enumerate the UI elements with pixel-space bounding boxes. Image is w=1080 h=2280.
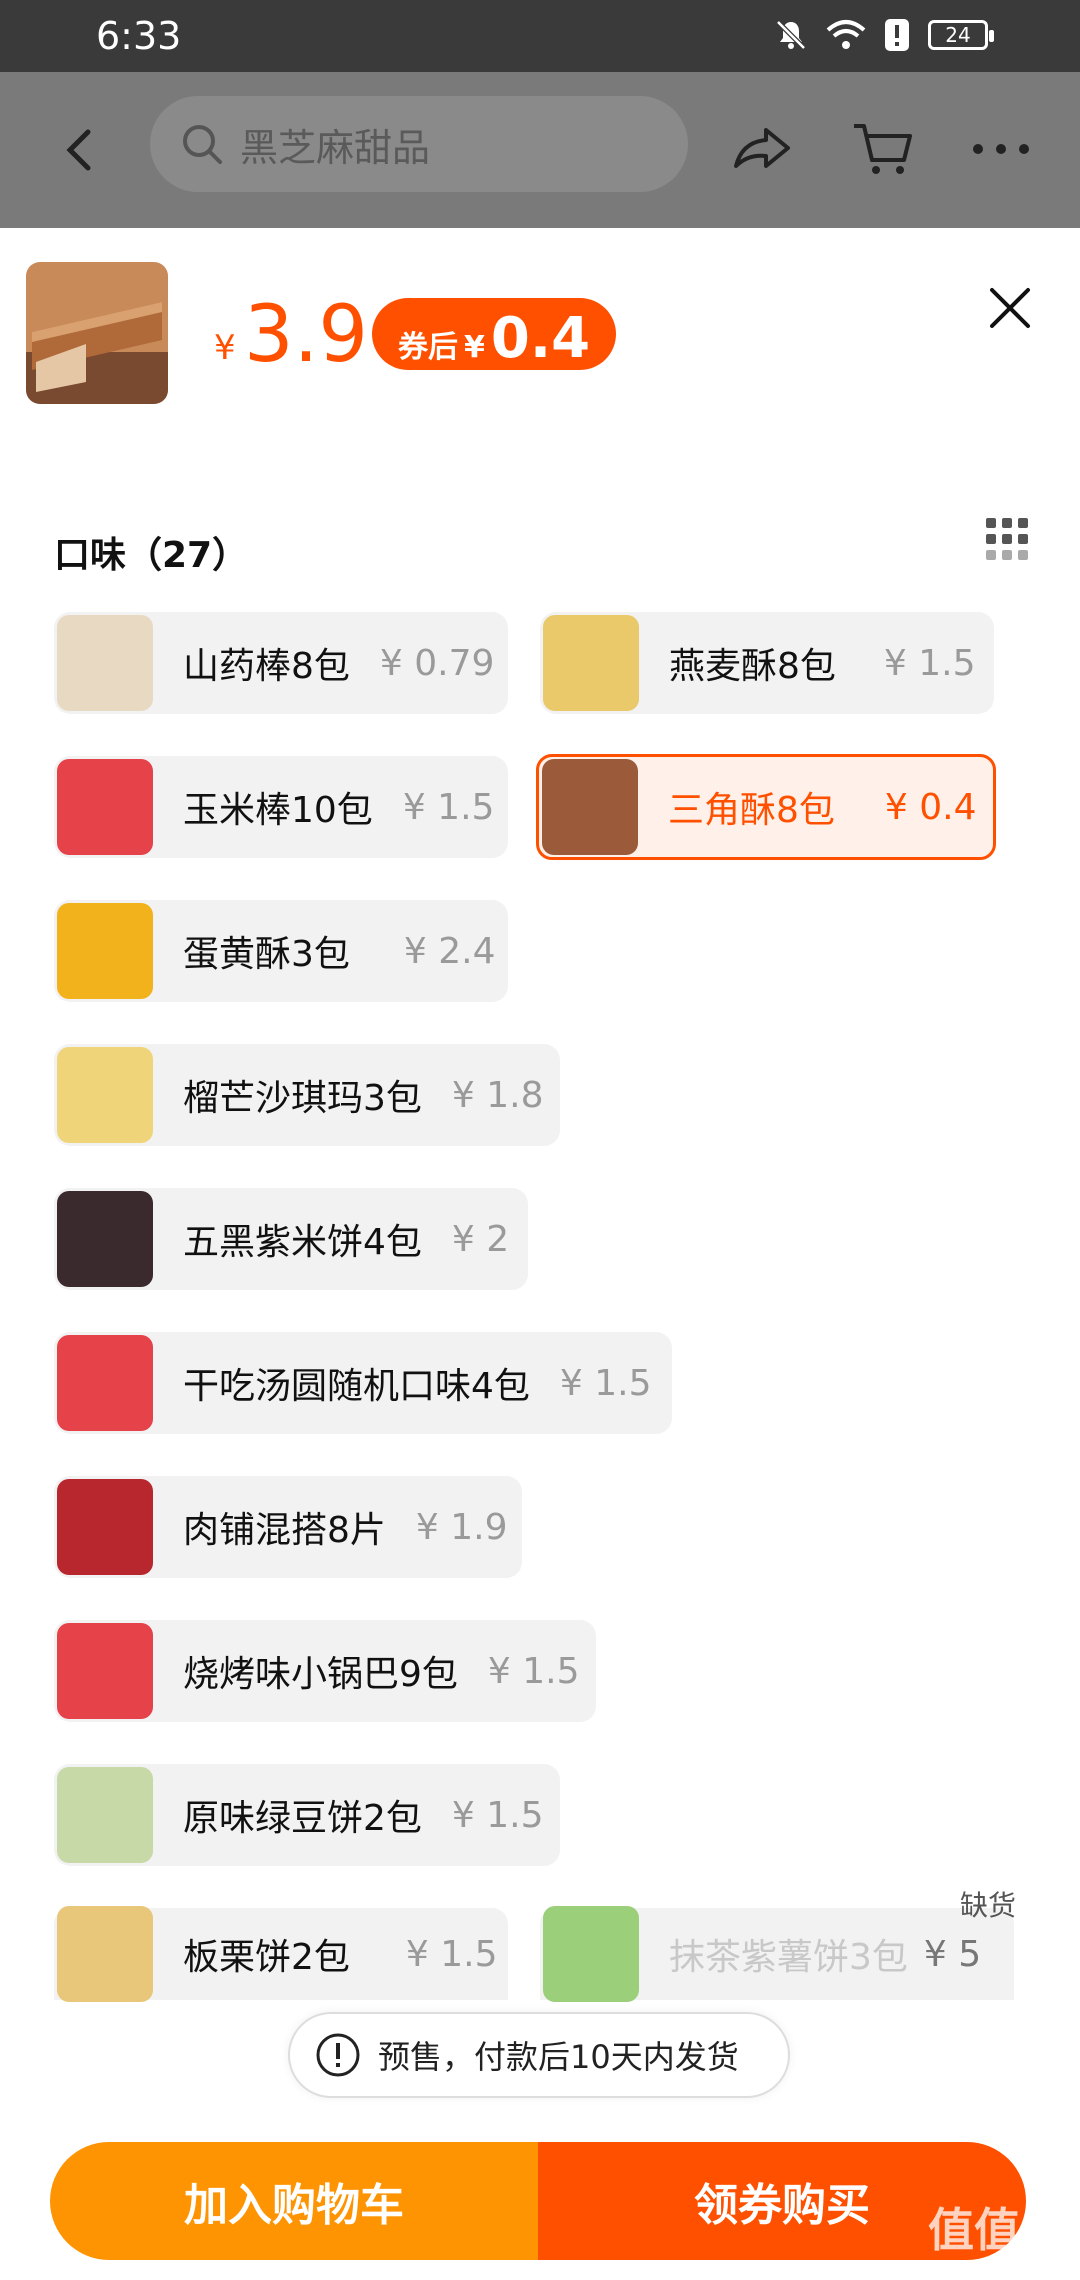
option-price: ¥ 1.5 — [402, 786, 495, 828]
coupon-label: 券后 — [398, 330, 458, 365]
flavor-option[interactable]: 榴芒沙琪玛3包 ¥ 1.8 — [54, 1044, 560, 1146]
option-thumbnail — [57, 1047, 153, 1143]
option-price: ¥ 2 — [451, 1218, 510, 1260]
wifi-icon — [826, 20, 866, 49]
option-name: 原味绿豆饼2包 — [183, 1798, 422, 1839]
option-price: ¥ 1.5 — [559, 1362, 652, 1404]
more-icon[interactable] — [966, 114, 1036, 184]
product-price: 3.9 — [244, 290, 369, 380]
option-name: 蛋黄酥3包 — [183, 934, 350, 975]
flavor-option[interactable]: 板栗饼2包 ¥ 1.5 — [54, 1906, 508, 2002]
search-bar[interactable]: 黑芝麻甜品 — [150, 96, 688, 192]
option-price: ¥ 5 — [923, 1933, 982, 1975]
flavor-option[interactable]: 蛋黄酥3包 ¥ 2.4 — [54, 900, 508, 1002]
coupon-price: 0.4 — [490, 306, 591, 371]
flavor-option[interactable]: 烧烤味小锅巴9包 ¥ 1.5 — [54, 1620, 596, 1722]
battery-icon: 24 — [928, 20, 994, 50]
flavor-option[interactable]: 玉米棒10包 ¥ 1.5 — [54, 756, 508, 858]
option-thumbnail — [57, 759, 153, 855]
search-icon — [183, 125, 222, 164]
search-placeholder: 黑芝麻甜品 — [240, 125, 431, 170]
option-name: 山药棒8包 — [183, 646, 350, 687]
close-icon[interactable] — [984, 282, 1036, 334]
option-price: ¥ 1.8 — [451, 1074, 544, 1116]
info-icon — [316, 2033, 360, 2077]
add-to-cart-button[interactable]: 加入购物车 — [50, 2142, 538, 2260]
option-name: 五黑紫米饼4包 — [183, 1222, 422, 1263]
option-price: ¥ 1.5 — [405, 1933, 498, 1975]
flavor-option-selected[interactable]: 三角酥8包 ¥ 0.4 — [536, 754, 996, 860]
flavor-option[interactable]: 山药棒8包 ¥ 0.79 — [54, 612, 508, 714]
option-name: 抹茶紫薯饼3包 — [669, 1937, 908, 1978]
coupon-currency: ¥ — [464, 330, 485, 365]
status-bar: 6:33 24 — [0, 0, 1080, 72]
action-buttons: 加入购物车 领券购买 — [50, 2142, 1026, 2260]
top-nav: 黑芝麻甜品 — [0, 72, 1080, 228]
option-thumbnail — [57, 615, 153, 711]
option-name: 干吃汤圆随机口味4包 — [183, 1366, 530, 1407]
option-price: ¥ 1.5 — [451, 1794, 544, 1836]
option-price: ¥ 1.5 — [883, 642, 976, 684]
option-thumbnail — [57, 1479, 153, 1575]
option-name: 榴芒沙琪玛3包 — [183, 1078, 422, 1119]
option-name: 烧烤味小锅巴9包 — [183, 1654, 458, 1695]
flavor-option[interactable]: 肉铺混搭8片 ¥ 1.9 — [54, 1476, 522, 1578]
sku-selector-sheet: ¥ 3.9 券后 ¥ 0.4 口味（27） 山药棒8包 ¥ 0.79 燕麦酥8包… — [0, 228, 1080, 2280]
option-thumbnail — [543, 1906, 639, 2002]
option-thumbnail — [542, 759, 638, 855]
alert-icon — [885, 19, 909, 51]
share-icon[interactable] — [726, 114, 796, 184]
option-price: ¥ 1.5 — [487, 1650, 580, 1692]
back-icon[interactable] — [56, 120, 104, 180]
flavor-option[interactable]: 原味绿豆饼2包 ¥ 1.5 — [54, 1764, 560, 1866]
product-image — [26, 262, 168, 404]
out-of-stock-tag: 缺货 — [960, 1889, 1017, 1922]
option-thumbnail — [57, 1906, 153, 2002]
battery-level: 24 — [945, 23, 971, 47]
option-price: ¥ 1.9 — [415, 1506, 508, 1548]
option-price: ¥ 2.4 — [403, 930, 496, 972]
option-price: ¥ 0.4 — [884, 786, 977, 828]
coupon-price-badge: 券后 ¥ 0.4 — [372, 298, 617, 371]
option-thumbnail — [57, 903, 153, 999]
flavor-option-out-of-stock[interactable]: 抹茶紫薯饼3包 ¥ 5 — [540, 1906, 1014, 2002]
price-currency: ¥ — [214, 328, 236, 368]
option-name: 三角酥8包 — [668, 790, 835, 831]
presale-notice: 预售，付款后10天内发货 — [288, 2012, 790, 2098]
flavor-section-title: 口味（27） — [54, 535, 249, 576]
flavor-option[interactable]: 燕麦酥8包 ¥ 1.5 — [540, 612, 994, 714]
grid-view-icon[interactable] — [986, 518, 1028, 560]
option-price: ¥ 0.79 — [379, 642, 495, 684]
option-name: 玉米棒10包 — [183, 790, 373, 831]
mute-notification-icon — [776, 20, 806, 50]
flavor-option[interactable]: 五黑紫米饼4包 ¥ 2 — [54, 1188, 528, 1290]
option-name: 板栗饼2包 — [183, 1937, 350, 1978]
option-thumbnail — [57, 1767, 153, 1863]
cart-icon[interactable] — [848, 114, 918, 184]
option-thumbnail — [543, 615, 639, 711]
flavor-option[interactable]: 干吃汤圆随机口味4包 ¥ 1.5 — [54, 1332, 672, 1434]
watermark: 值值值 — [928, 2203, 1066, 2257]
presale-text: 预售，付款后10天内发货 — [378, 2038, 739, 2076]
option-name: 肉铺混搭8片 — [183, 1510, 386, 1551]
option-name: 燕麦酥8包 — [669, 646, 836, 687]
status-time: 6:33 — [96, 14, 182, 58]
option-thumbnail — [57, 1623, 153, 1719]
option-thumbnail — [57, 1335, 153, 1431]
option-thumbnail — [57, 1191, 153, 1287]
